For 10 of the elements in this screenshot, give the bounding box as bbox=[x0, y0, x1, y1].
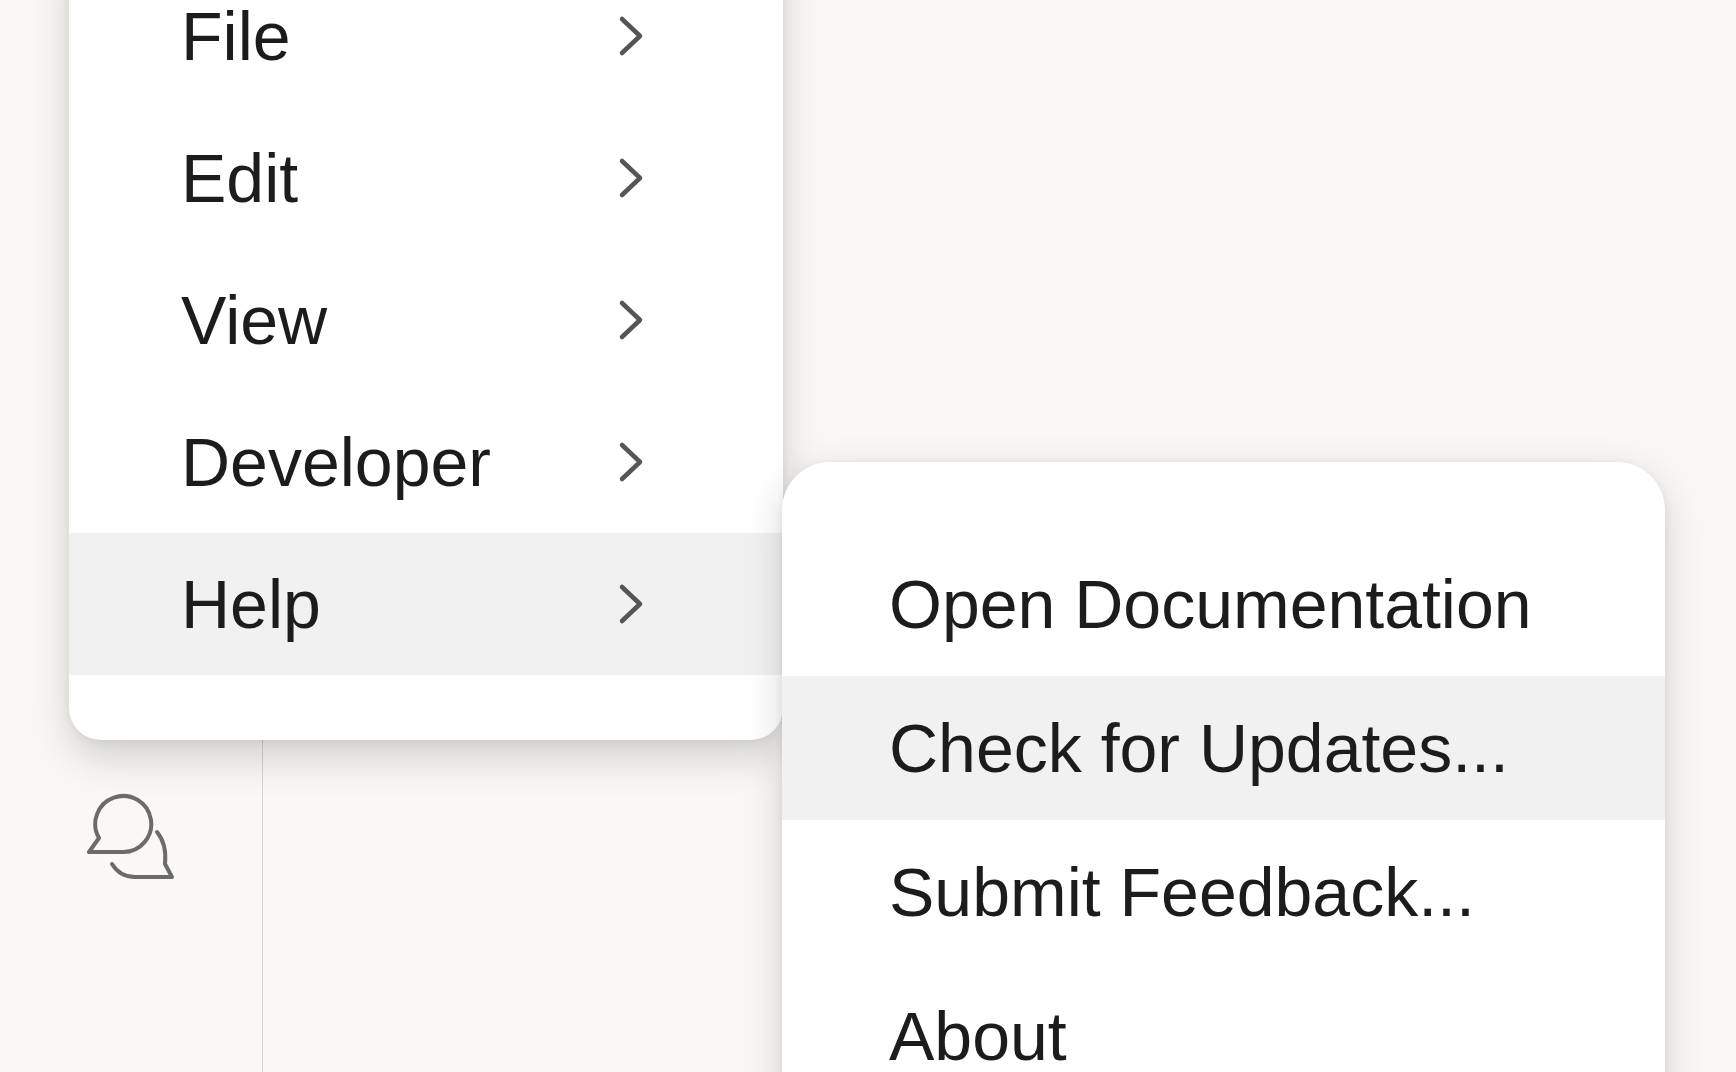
menu-item[interactable]: Check for Updates... bbox=[782, 676, 1665, 820]
menu-item[interactable]: Open Documentation bbox=[782, 532, 1665, 676]
menu-item[interactable]: Submit Feedback... bbox=[782, 820, 1665, 964]
menu-item[interactable]: About bbox=[782, 964, 1665, 1072]
menu-item[interactable]: View bbox=[69, 249, 783, 391]
menu-item[interactable]: Edit bbox=[69, 107, 783, 249]
menu-item[interactable]: Developer bbox=[69, 391, 783, 533]
chat-bubbles-icon[interactable] bbox=[87, 792, 175, 880]
menu-item[interactable]: File bbox=[69, 0, 783, 107]
menu-item[interactable]: Help bbox=[69, 533, 783, 675]
